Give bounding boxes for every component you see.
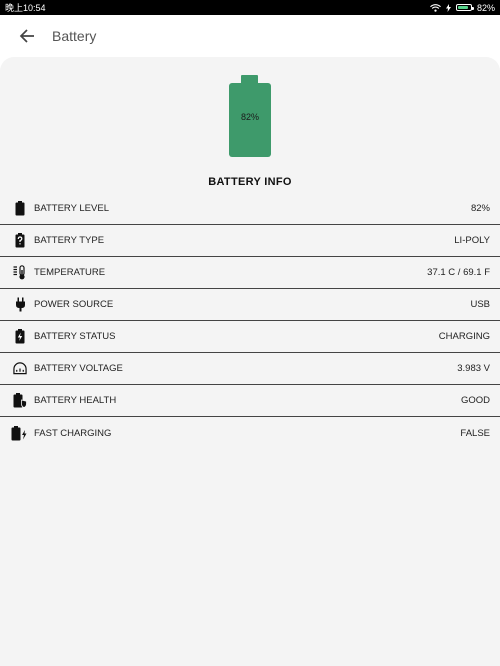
battery-body: 82% [229,83,271,157]
charging-bolt-icon [445,3,451,12]
row-label: BATTERY VOLTAGE [34,363,123,374]
row-label: FAST CHARGING [34,427,112,439]
status-battery-percent: 82% [476,2,495,13]
row-value: LI-POLY [454,235,490,246]
arrow-left-icon [19,29,34,43]
battery-icon [13,201,27,217]
row-value: 37.1 C / 69.1 F [427,267,490,278]
thermometer-icon [13,265,27,281]
row-value: 82% [470,203,490,214]
info-row-battery-voltage: BATTERY VOLTAGE 3.983 V [0,353,500,385]
back-button[interactable] [16,25,38,47]
battery-level-graphic: 82% [229,75,271,157]
plug-icon [13,297,27,313]
main-content: 82% BATTERY INFO BATTERY LEVEL 82% BATTE… [0,57,500,666]
row-value: CHARGING [438,331,490,342]
battery-unknown-icon [13,233,27,249]
status-icons: 82% [430,3,495,13]
info-row-battery-status: BATTERY STATUS CHARGING [0,321,500,353]
status-battery-icon [455,4,474,11]
row-value: FALSE [460,427,490,439]
row-label: BATTERY TYPE [34,235,105,246]
status-bar: 晚上10:54 82% [0,0,500,15]
voltage-gauge-icon [13,361,27,377]
battery-health-icon [13,393,27,409]
row-label: TEMPERATURE [34,267,106,278]
row-value: USB [470,299,490,310]
fast-charging-icon [10,425,27,441]
info-row-battery-level: BATTERY LEVEL 82% [0,193,500,225]
info-row-temperature: TEMPERATURE 37.1 C / 69.1 F [0,257,500,289]
battery-info-list: BATTERY LEVEL 82% BATTERY TYPE LI-POLY T… [0,193,500,449]
info-row-power-source: POWER SOURCE USB [0,289,500,321]
page-title: Battery [52,28,97,44]
battery-charging-icon [13,329,27,345]
row-value: 3.983 V [457,363,490,374]
app-bar: Battery [0,15,500,57]
row-label: BATTERY STATUS [34,331,116,342]
row-label: BATTERY LEVEL [34,203,109,214]
wifi-icon [430,3,441,12]
row-label: POWER SOURCE [34,299,114,310]
info-row-fast-charging: FAST CHARGING FALSE [0,417,500,449]
section-title: BATTERY INFO [208,176,292,188]
battery-percent-label: 82% [240,112,259,122]
row-label: BATTERY HEALTH [34,395,117,406]
row-value: GOOD [460,395,490,406]
info-row-battery-type: BATTERY TYPE LI-POLY [0,225,500,257]
status-battery-fill [457,6,468,9]
info-row-battery-health: BATTERY HEALTH GOOD [0,385,500,417]
status-time: 晚上10:54 [5,3,46,13]
